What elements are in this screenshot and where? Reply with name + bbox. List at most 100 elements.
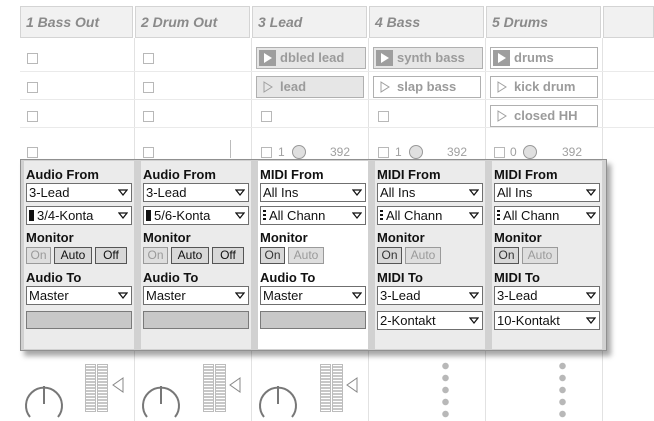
- knob-icon[interactable]: [137, 372, 185, 421]
- monitor-auto-button[interactable]: Auto: [54, 247, 92, 264]
- track-number: 1: [395, 145, 402, 159]
- midi-channel-select[interactable]: All Chann: [377, 206, 483, 225]
- clip-closed-hh[interactable]: closed HH: [490, 105, 598, 127]
- output-channel-empty: [260, 311, 366, 329]
- dropdown-arrow-icon: [469, 189, 479, 196]
- audio-to-select[interactable]: Master: [26, 286, 132, 305]
- track-stop-button[interactable]: [143, 147, 154, 158]
- track-stop-button[interactable]: [261, 147, 272, 158]
- clip-synth-bass[interactable]: synth bass: [373, 47, 483, 69]
- play-icon[interactable]: [491, 106, 512, 126]
- midi-to-channel-select[interactable]: 10-Kontakt: [494, 311, 600, 330]
- track-header-5[interactable]: 5 Drums: [486, 6, 601, 38]
- audio-to-select[interactable]: Master: [260, 286, 366, 305]
- track-header-1[interactable]: 1 Bass Out: [20, 6, 133, 38]
- knob-icon[interactable]: [254, 372, 302, 421]
- monitor-auto-button[interactable]: Auto: [288, 247, 324, 264]
- arm-indicator-icon[interactable]: [112, 377, 124, 393]
- clip-dbled-lead[interactable]: dbled lead: [256, 47, 366, 69]
- knob-icon[interactable]: [409, 145, 423, 159]
- channel-chip-icon: [497, 210, 500, 221]
- play-icon[interactable]: [374, 77, 395, 97]
- monitor-auto-button[interactable]: Auto: [522, 247, 558, 264]
- midi-from-select[interactable]: All Ins: [494, 183, 600, 202]
- clip-stop-button[interactable]: [143, 82, 154, 93]
- audio-from-select[interactable]: 3-Lead: [143, 183, 249, 202]
- knob-icon[interactable]: [292, 145, 306, 159]
- track-value: 392: [330, 145, 351, 159]
- arm-indicator-icon[interactable]: [229, 377, 241, 393]
- midi-to-select[interactable]: 3-Lead: [377, 286, 483, 305]
- clip-stop-button[interactable]: [143, 53, 154, 64]
- audio-to-select[interactable]: Master: [143, 286, 249, 305]
- play-icon[interactable]: [257, 77, 278, 97]
- dropdown-arrow-icon: [469, 317, 479, 324]
- clip-stop-button[interactable]: [27, 111, 38, 122]
- monitor-in-button[interactable]: On: [377, 247, 402, 264]
- monitor-label: Monitor: [260, 230, 308, 245]
- track-stop-button[interactable]: [378, 147, 389, 158]
- monitor-auto-button[interactable]: Auto: [171, 247, 209, 264]
- track-stop-button[interactable]: [494, 147, 505, 158]
- midi-from-select[interactable]: All Ins: [377, 183, 483, 202]
- clip-kick-drum[interactable]: kick drum: [490, 76, 598, 98]
- midi-to-label: MIDI To: [494, 270, 540, 285]
- dropdown-arrow-icon: [118, 189, 128, 196]
- track-header-3[interactable]: 3 Lead: [252, 6, 367, 38]
- monitor-off-button[interactable]: Off: [95, 247, 127, 264]
- dropdown-arrow-icon: [469, 292, 479, 299]
- clip-stop-button[interactable]: [261, 111, 272, 122]
- dropdown-arrow-icon: [352, 189, 362, 196]
- clip-drums[interactable]: drums: [490, 47, 598, 69]
- midi-channel-select[interactable]: All Chann: [260, 206, 366, 225]
- channel-chip-icon: [380, 210, 383, 221]
- play-icon[interactable]: [374, 48, 395, 68]
- audio-from-select[interactable]: 3-Lead: [26, 183, 132, 202]
- midi-to-select[interactable]: 3-Lead: [494, 286, 600, 305]
- clip-lead[interactable]: lead: [256, 76, 364, 98]
- track-value: 392: [562, 145, 583, 159]
- knob-icon[interactable]: [523, 145, 537, 159]
- midi-to-channel-select[interactable]: 2-Kontakt: [377, 311, 483, 330]
- monitor-auto-button[interactable]: Auto: [405, 247, 441, 264]
- arm-indicator-icon[interactable]: [346, 377, 358, 393]
- output-channel-empty: [143, 311, 249, 329]
- volume-meter-icon: [97, 364, 108, 412]
- monitor-label: Monitor: [143, 230, 191, 245]
- track-stop-button[interactable]: [27, 147, 38, 158]
- play-icon[interactable]: [491, 48, 512, 68]
- track-header-2[interactable]: 2 Drum Out: [135, 6, 250, 38]
- clip-stop-button[interactable]: [27, 82, 38, 93]
- knob-icon[interactable]: [20, 372, 68, 421]
- midi-channel-select[interactable]: All Chann: [494, 206, 600, 225]
- track-number: 0: [510, 145, 517, 159]
- clip-stop-button[interactable]: [143, 111, 154, 122]
- dropdown-arrow-icon: [118, 292, 128, 299]
- midi-from-select[interactable]: All Ins: [260, 183, 366, 202]
- monitor-label: Monitor: [494, 230, 542, 245]
- clip-stop-button[interactable]: [27, 53, 38, 64]
- input-channel-select[interactable]: 5/6-Konta: [143, 206, 249, 225]
- monitor-in-button[interactable]: On: [143, 247, 168, 264]
- monitor-in-button[interactable]: On: [260, 247, 285, 264]
- audio-to-label: Audio To: [260, 270, 316, 285]
- monitor-in-button[interactable]: On: [26, 247, 51, 264]
- monitor-label: Monitor: [26, 230, 74, 245]
- midi-from-label: MIDI From: [494, 167, 558, 182]
- midi-from-label: MIDI From: [260, 167, 324, 182]
- io-panel: Audio From 3-Lead 3/4-Konta Monitor On A…: [20, 159, 607, 351]
- dropdown-arrow-icon: [586, 189, 596, 196]
- dropdown-arrow-icon: [586, 212, 596, 219]
- monitor-label: Monitor: [377, 230, 425, 245]
- clip-slap-bass[interactable]: slap bass: [373, 76, 481, 98]
- track-header-4[interactable]: 4 Bass: [369, 6, 484, 38]
- input-channel-select[interactable]: 3/4-Konta: [26, 206, 132, 225]
- monitor-in-button[interactable]: On: [494, 247, 519, 264]
- play-icon[interactable]: [257, 48, 278, 68]
- monitor-off-button[interactable]: Off: [212, 247, 244, 264]
- play-icon[interactable]: [491, 77, 512, 97]
- channel-chip-icon: [146, 210, 151, 221]
- clip-stop-button[interactable]: [378, 111, 389, 122]
- row-divider: [20, 127, 654, 128]
- dropdown-arrow-icon: [118, 212, 128, 219]
